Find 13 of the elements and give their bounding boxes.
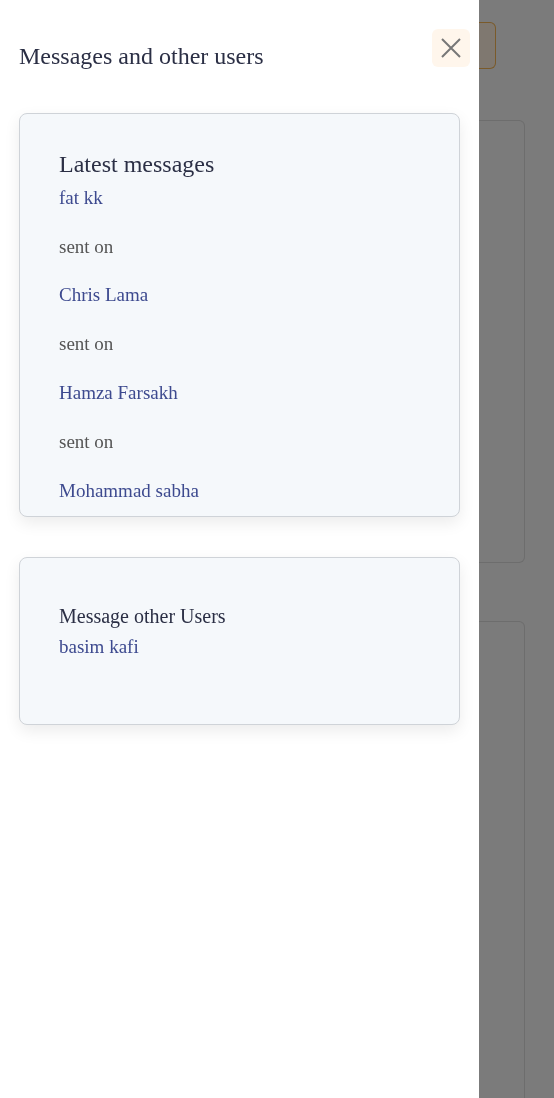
card-heading: Message other Users (59, 604, 227, 629)
sent-on-text: sent on (59, 235, 114, 259)
sent-on-text: sent on (59, 333, 114, 356)
user-link[interactable]: fat kk (59, 186, 103, 210)
panel-title: Messages and other users (19, 42, 264, 71)
close-icon (440, 36, 462, 59)
user-link[interactable]: Mohammad sabha (59, 479, 199, 503)
card-heading: Latest messages (59, 150, 216, 179)
user-link[interactable]: basim kafi (59, 636, 139, 660)
sent-on-text: sent on (59, 430, 114, 454)
user-link[interactable]: Hamza Farsakh (59, 382, 178, 405)
close-button[interactable] (432, 28, 470, 67)
user-link[interactable]: Chris Lama (59, 284, 149, 308)
